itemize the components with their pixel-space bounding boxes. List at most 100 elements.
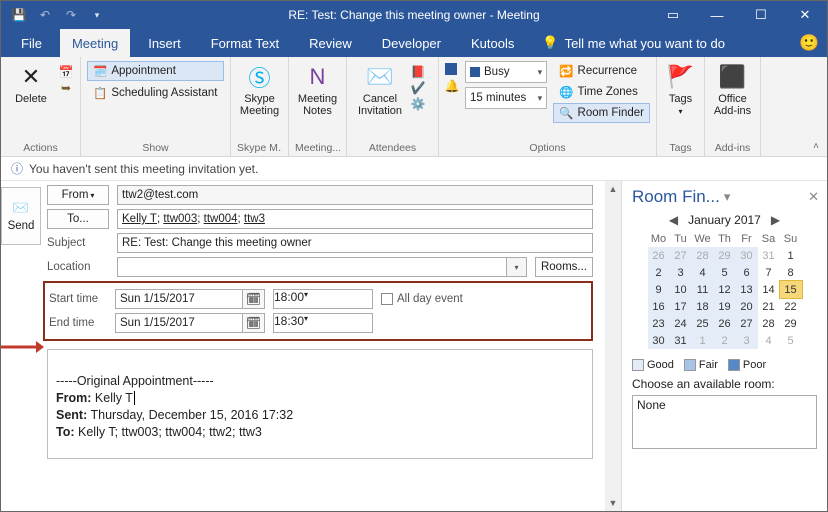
tab-format-text[interactable]: Format Text [199, 29, 291, 57]
tab-kutools[interactable]: Kutools [459, 29, 526, 57]
calendar-day[interactable]: 8 [780, 264, 802, 281]
office-addins-button[interactable]: ⬛ Office Add-ins [711, 61, 754, 119]
calendar-day[interactable]: 30 [736, 247, 758, 264]
tab-developer[interactable]: Developer [370, 29, 453, 57]
location-dropdown-icon[interactable]: ▾ [507, 257, 527, 277]
from-button[interactable]: From▾ [47, 185, 109, 205]
message-body[interactable]: -----Original Appointment----- From: Kel… [47, 349, 593, 459]
calendar-day[interactable]: 24 [670, 315, 692, 332]
calendar-day[interactable]: 5 [714, 264, 736, 281]
calendar-day[interactable]: 1 [692, 332, 714, 349]
calendar-day[interactable]: 14 [758, 281, 780, 298]
tab-review[interactable]: Review [297, 29, 364, 57]
calendar-day[interactable]: 25 [692, 315, 714, 332]
calendar-day[interactable]: 31 [758, 247, 780, 264]
to-field[interactable]: Kelly T; ttw003; ttw004; ttw3 [117, 209, 593, 229]
feedback-smile-icon[interactable]: 🙂 [799, 29, 819, 57]
calendar-day[interactable]: 16 [648, 298, 670, 315]
calendar-day[interactable]: 23 [648, 315, 670, 332]
calendar-day[interactable]: 4 [758, 332, 780, 349]
meeting-notes-button[interactable]: N Meeting Notes [295, 61, 340, 119]
address-book-icon[interactable]: 📕 [411, 65, 425, 79]
calendar-day[interactable]: 30 [648, 332, 670, 349]
undo-icon[interactable]: ↶ [37, 7, 53, 23]
calendar-picker-icon[interactable]: 🗓 [242, 290, 264, 308]
calendar-day[interactable]: 7 [758, 264, 780, 281]
save-icon[interactable]: 💾 [11, 7, 27, 23]
minimize-icon[interactable]: — [695, 1, 739, 29]
room-list[interactable]: None [632, 395, 817, 449]
calendar-icon[interactable]: 📅 [59, 65, 73, 79]
calendar-day[interactable]: 4 [692, 264, 714, 281]
tab-insert[interactable]: Insert [136, 29, 193, 57]
panel-menu-icon[interactable]: ▾ [724, 189, 731, 205]
calendar-day[interactable]: 31 [670, 332, 692, 349]
calendar-day[interactable]: 12 [714, 281, 736, 298]
time-zones-button[interactable]: 🌐Time Zones [553, 82, 650, 102]
scroll-up-icon[interactable]: ▲ [605, 181, 621, 197]
calendar-day[interactable]: 11 [692, 281, 714, 298]
maximize-icon[interactable]: ☐ [739, 1, 783, 29]
vertical-scrollbar[interactable]: ▲ ▼ [605, 181, 621, 511]
calendar-day[interactable]: 18 [692, 298, 714, 315]
forward-icon[interactable]: ➥ [59, 81, 73, 95]
skype-meeting-button[interactable]: Ⓢ Skype Meeting [237, 61, 282, 119]
start-date-field[interactable]: Sun 1/15/2017 🗓 [115, 289, 265, 309]
calendar-day[interactable]: 13 [736, 281, 758, 298]
tab-file[interactable]: File [9, 29, 54, 57]
qat-customize-icon[interactable]: ▾ [89, 7, 105, 23]
next-month-icon[interactable]: ▶ [767, 213, 784, 227]
end-time-field[interactable]: 18:30 ▾ [273, 313, 373, 333]
calendar-day[interactable]: 26 [648, 247, 670, 264]
recurrence-button[interactable]: 🔁Recurrence [553, 61, 650, 81]
calendar-day[interactable]: 19 [714, 298, 736, 315]
start-time-field[interactable]: 18:00 ▾ [273, 289, 373, 309]
calendar-day[interactable]: 6 [736, 264, 758, 281]
show-as-dropdown[interactable]: Busy▾ [465, 61, 547, 83]
end-date-field[interactable]: Sun 1/15/2017 🗓 [115, 313, 265, 333]
appointment-button[interactable]: 🗓️ Appointment [87, 61, 224, 81]
calendar-day[interactable]: 29 [714, 247, 736, 264]
chevron-down-icon[interactable]: ▾ [304, 290, 308, 308]
calendar-day[interactable]: 1 [780, 247, 802, 264]
all-day-checkbox[interactable]: All day event [381, 293, 463, 305]
calendar-day[interactable]: 10 [670, 281, 692, 298]
rooms-button[interactable]: Rooms... [535, 257, 593, 277]
calendar-day[interactable]: 22 [780, 298, 802, 315]
cancel-invitation-button[interactable]: ✉️ Cancel Invitation [353, 61, 407, 119]
redo-icon[interactable]: ↷ [63, 7, 79, 23]
calendar-day[interactable]: 26 [714, 315, 736, 332]
calendar-day[interactable]: 2 [648, 264, 670, 281]
response-options-icon[interactable]: ⚙️ [411, 97, 425, 111]
calendar-day[interactable]: 3 [736, 332, 758, 349]
collapse-ribbon-icon[interactable]: ˄ [809, 139, 823, 154]
scroll-down-icon[interactable]: ▼ [605, 495, 621, 511]
delete-button[interactable]: ✕ Delete [7, 61, 55, 107]
calendar-day[interactable]: 28 [758, 315, 780, 332]
tell-me-input[interactable]: 💡 Tell me what you want to do [532, 29, 735, 57]
calendar-day[interactable]: 20 [736, 298, 758, 315]
calendar-day[interactable]: 27 [736, 315, 758, 332]
calendar-picker-icon[interactable]: 🗓 [242, 314, 264, 332]
room-list-item[interactable]: None [637, 398, 812, 412]
location-field[interactable] [117, 257, 507, 277]
room-finder-button[interactable]: 🔍Room Finder [553, 103, 650, 123]
to-button[interactable]: To... [47, 209, 109, 229]
calendar-day[interactable]: 3 [670, 264, 692, 281]
calendar-day[interactable]: 15 [780, 281, 802, 298]
calendar-day[interactable]: 29 [780, 315, 802, 332]
tab-meeting[interactable]: Meeting [60, 29, 130, 57]
panel-close-icon[interactable]: ✕ [808, 189, 819, 205]
close-icon[interactable]: ✕ [783, 1, 827, 29]
reminder-dropdown[interactable]: 15 minutes▾ [465, 87, 547, 109]
check-names-icon[interactable]: ✔️ [411, 81, 425, 95]
ribbon-display-icon[interactable]: ▭ [651, 1, 695, 29]
calendar-day[interactable]: 9 [648, 281, 670, 298]
calendar-day[interactable]: 2 [714, 332, 736, 349]
subject-field[interactable]: RE: Test: Change this meeting owner [117, 233, 593, 253]
calendar-day[interactable]: 28 [692, 247, 714, 264]
calendar-day[interactable]: 21 [758, 298, 780, 315]
calendar-day[interactable]: 27 [670, 247, 692, 264]
scheduling-assistant-button[interactable]: 📋 Scheduling Assistant [87, 83, 224, 103]
send-button[interactable]: ✉️ Send [1, 187, 41, 245]
